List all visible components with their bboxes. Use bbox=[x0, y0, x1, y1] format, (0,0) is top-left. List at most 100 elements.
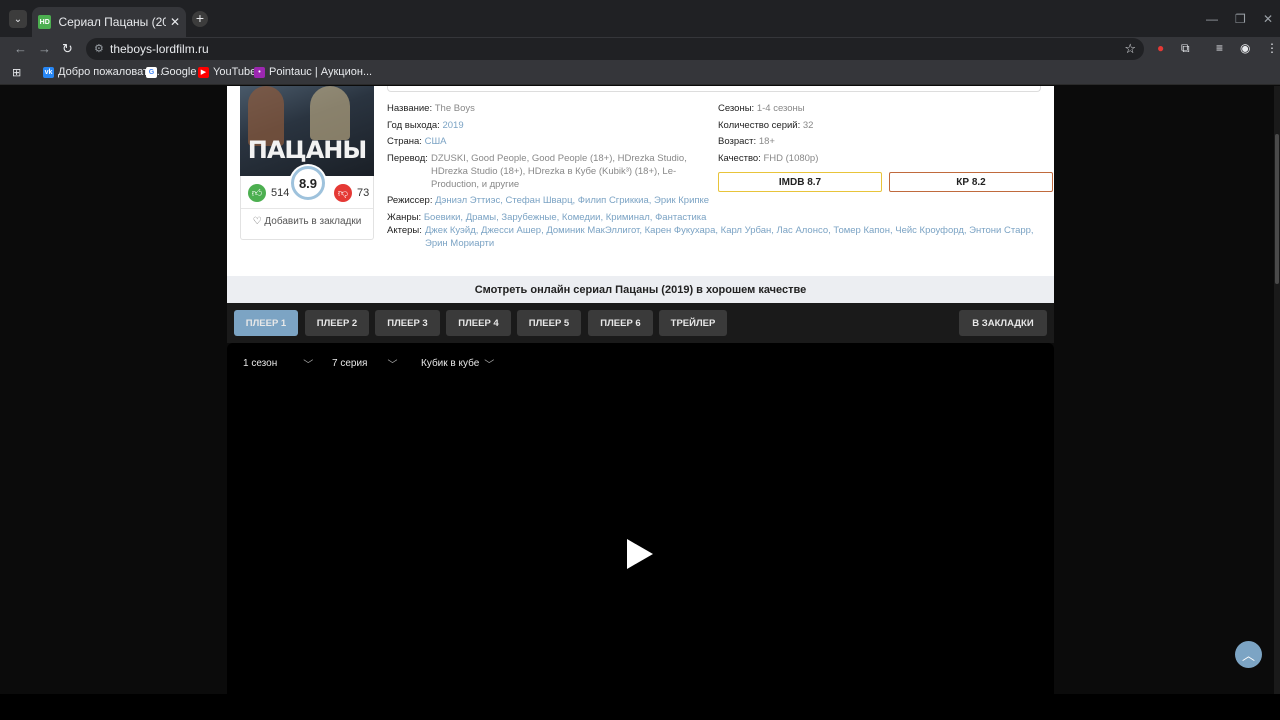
bookmark-vk[interactable]: vk Добро пожаловать... bbox=[43, 66, 163, 78]
info-value: 1-4 сезоны bbox=[756, 103, 805, 114]
bookmark-label: Pointauc | Аукцион... bbox=[269, 66, 373, 78]
card-top-strip bbox=[387, 86, 1041, 92]
browser-tab-bar: ⌄ HD Сериал Пацаны (2019) – смотр ✕ + — … bbox=[0, 0, 1280, 37]
info-key: Год выхода: bbox=[387, 120, 440, 131]
restore-icon[interactable]: ❐ bbox=[1235, 12, 1246, 26]
info-key: Возраст: bbox=[718, 136, 757, 147]
episode-select-value: 7 серия bbox=[332, 358, 368, 369]
info-value: DZUSKI, Good People, Good People (18+), … bbox=[431, 153, 687, 164]
address-url[interactable]: theboys-lordfilm.ru bbox=[110, 42, 209, 56]
vk-icon: vk bbox=[43, 66, 54, 78]
info-genres: Жанры: Боевики, Драмы, Зарубежные, Комед… bbox=[387, 211, 706, 224]
heart-icon: ♡ bbox=[252, 216, 262, 227]
info-key: Название: bbox=[387, 103, 433, 114]
youtube-icon: ▶ bbox=[198, 66, 209, 78]
actor-links[interactable]: Эрин Мориарти bbox=[425, 237, 1025, 250]
address-bar[interactable]: ⚙ theboys-lordfilm.ru ☆ bbox=[86, 38, 1144, 60]
video-player[interactable]: 1 сезон ﹀ 7 серия ﹀ Кубик в кубе ﹀ bbox=[227, 343, 1054, 694]
bookmarks-bar: ⊞ vk Добро пожаловать... G Google ▶ YouT… bbox=[0, 61, 1280, 85]
tab-player-5[interactable]: ПЛЕЕР 5 bbox=[517, 310, 581, 336]
season-select[interactable]: 1 сезон ﹀ bbox=[243, 356, 313, 371]
score-ring: 8.9 bbox=[291, 166, 325, 200]
browser-toolbar: ← → ↻ ⚙ theboys-lordfilm.ru ☆ ● ⧉ ≡ ◉ ⋮ bbox=[0, 37, 1280, 61]
reload-icon[interactable]: ↻ bbox=[62, 41, 73, 57]
episode-select[interactable]: 7 серия ﹀ bbox=[332, 356, 397, 371]
back-arrow-icon[interactable]: ← bbox=[14, 41, 27, 56]
info-key: Жанры: bbox=[387, 212, 422, 223]
actor-links[interactable]: Джек Куэйд, Джесси Ашер, Доминик МакЭлли… bbox=[425, 224, 1034, 237]
movie-info-card: ПАЦАНЫ 8.9 👍︎ 514 👎︎ 73 ♡ Добавить в зак… bbox=[227, 86, 1054, 276]
poster-title: ПАЦАНЫ bbox=[247, 136, 367, 164]
divider bbox=[241, 208, 373, 209]
tab-trailer[interactable]: ТРЕЙЛЕР bbox=[659, 310, 727, 336]
tab-player-2[interactable]: ПЛЕЕР 2 bbox=[305, 310, 369, 336]
browser-menu-kebab-icon[interactable]: ⋮ bbox=[1266, 41, 1278, 55]
kp-rating-badge[interactable]: КР 8.2 bbox=[889, 172, 1053, 192]
watch-heading: Смотреть онлайн сериал Пацаны (2019) в х… bbox=[227, 276, 1054, 303]
imdb-rating-badge[interactable]: IMDB 8.7 bbox=[718, 172, 882, 192]
add-to-bookmarks-player-button[interactable]: В ЗАКЛАДКИ bbox=[959, 310, 1047, 336]
info-director: Режиссер: Дэниэл Эттиэс, Стефан Шварц, Ф… bbox=[387, 194, 709, 207]
info-value: The Boys bbox=[434, 103, 475, 114]
info-quality: Качество: FHD (1080p) bbox=[718, 152, 818, 165]
add-to-bookmarks-label: Добавить в закладки bbox=[264, 216, 362, 227]
chevron-down-icon: ﹀ bbox=[387, 360, 398, 371]
bottom-area bbox=[0, 694, 1280, 720]
tab-close-icon[interactable]: ✕ bbox=[170, 15, 180, 29]
bookmark-star-icon[interactable]: ☆ bbox=[1124, 41, 1136, 57]
scroll-to-top-chevron-up-icon[interactable]: ︿ bbox=[1235, 641, 1262, 668]
info-key: Качество: bbox=[718, 153, 761, 164]
info-actors-label: Актеры: bbox=[387, 224, 422, 237]
info-key: Страна: bbox=[387, 136, 422, 147]
profile-avatar-icon[interactable]: ◉ bbox=[1240, 41, 1250, 55]
director-links[interactable]: Дэниэл Эттиэс, Стефан Шварц, Филип Сгрик… bbox=[435, 195, 709, 206]
bookmark-google[interactable]: G Google bbox=[146, 66, 196, 78]
scrollbar-thumb[interactable] bbox=[1275, 134, 1279, 284]
voice-select[interactable]: Кубик в кубе ﹀ bbox=[421, 356, 494, 371]
browser-tab-active[interactable]: HD Сериал Пацаны (2019) – смотр ✕ bbox=[32, 7, 186, 37]
apps-grid-icon[interactable]: ⊞ bbox=[12, 66, 21, 79]
page-scrollbar[interactable] bbox=[1274, 86, 1280, 694]
new-tab-plus-icon[interactable]: + bbox=[192, 11, 208, 27]
extensions-puzzle-icon[interactable]: ⧉ bbox=[1181, 41, 1190, 56]
voice-select-value: Кубик в кубе bbox=[421, 358, 480, 369]
movie-poster[interactable]: ПАЦАНЫ bbox=[240, 86, 374, 176]
tab-player-6[interactable]: ПЛЕЕР 6 bbox=[588, 310, 653, 336]
tab-player-4[interactable]: ПЛЕЕР 4 bbox=[446, 310, 511, 336]
info-seasons: Сезоны: 1-4 сезоны bbox=[718, 102, 805, 115]
extension-record-icon[interactable]: ● bbox=[1157, 41, 1164, 55]
tab-player-1[interactable]: ПЛЕЕР 1 bbox=[234, 310, 298, 336]
pointauc-icon: • bbox=[254, 66, 265, 78]
chevron-down-icon: ﹀ bbox=[484, 360, 495, 371]
info-key: Актеры: bbox=[387, 225, 422, 236]
country-link[interactable]: США bbox=[425, 136, 447, 147]
tab-search-chevron-icon[interactable]: ⌄ bbox=[9, 10, 27, 28]
bookmark-youtube[interactable]: ▶ YouTube bbox=[198, 66, 256, 78]
info-translation-label: Перевод: bbox=[387, 152, 428, 165]
info-value: Production, и другие bbox=[431, 179, 520, 190]
season-select-value: 1 сезон bbox=[243, 358, 278, 369]
info-actors-value: Джек Куэйд, Джесси Ашер, Доминик МакЭлли… bbox=[425, 224, 1034, 250]
info-key: Количество серий: bbox=[718, 120, 801, 131]
info-value: HDrezka Studio (18+), HDrezka в Кубе (Ku… bbox=[431, 166, 677, 177]
add-to-bookmarks-button[interactable]: ♡ Добавить в закладки bbox=[241, 216, 373, 227]
bookmark-label: YouTube bbox=[213, 66, 257, 78]
genre-links[interactable]: Боевики, Драмы, Зарубежные, Комедии, Кри… bbox=[424, 212, 707, 223]
page-viewport: ПАЦАНЫ 8.9 👍︎ 514 👎︎ 73 ♡ Добавить в зак… bbox=[0, 86, 1280, 694]
forward-arrow-icon[interactable]: → bbox=[38, 41, 51, 56]
info-episodes: Количество серий: 32 bbox=[718, 119, 813, 132]
window-close-icon[interactable]: ✕ bbox=[1263, 12, 1273, 26]
minimize-icon[interactable]: — bbox=[1206, 12, 1218, 26]
thumbs-down-icon[interactable]: 👎︎ bbox=[334, 184, 352, 202]
bookmark-pointauc[interactable]: • Pointauc | Аукцион... bbox=[254, 66, 372, 78]
info-value: 32 bbox=[802, 120, 814, 131]
info-country: Страна: США bbox=[387, 135, 447, 148]
info-translation-value: DZUSKI, Good People, Good People (18+), … bbox=[431, 152, 691, 191]
tab-player-3[interactable]: ПЛЕЕР 3 bbox=[375, 310, 440, 336]
thumbs-up-icon[interactable]: 👍︎ bbox=[248, 184, 266, 202]
media-controls-icon[interactable]: ≡ bbox=[1216, 41, 1223, 55]
year-link[interactable]: 2019 bbox=[442, 120, 463, 131]
player-tabs-bar: ПЛЕЕР 1 ПЛЕЕР 2 ПЛЕЕР 3 ПЛЕЕР 4 ПЛЕЕР 5 … bbox=[227, 303, 1054, 343]
site-info-icon[interactable]: ⚙ bbox=[94, 42, 104, 55]
play-icon[interactable] bbox=[627, 539, 653, 569]
